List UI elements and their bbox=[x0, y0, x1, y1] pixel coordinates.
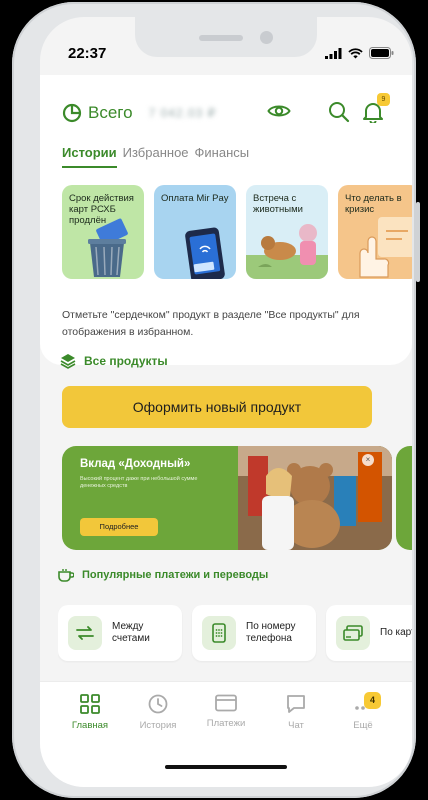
total-label[interactable]: Всего bbox=[88, 103, 133, 123]
quick-action-label: Между счетами bbox=[112, 621, 150, 644]
favorites-hint: Отметьте "сердечком" продукт в разделе "… bbox=[62, 309, 360, 338]
eye-icon[interactable] bbox=[267, 101, 291, 121]
chat-icon bbox=[287, 695, 305, 713]
story-title: Что делать в кризис bbox=[345, 193, 402, 215]
summary-card: Всего 7 042.03 ₽ 9 Истории Избранное Фин… bbox=[40, 75, 412, 369]
popular-label: Популярные платежи и переводы bbox=[82, 569, 269, 581]
new-product-button[interactable]: Оформить новый продукт bbox=[62, 386, 372, 428]
grid-icon bbox=[80, 694, 100, 714]
nav-home[interactable]: Главная bbox=[60, 694, 120, 731]
more-badge: 4 bbox=[364, 692, 381, 709]
speaker bbox=[199, 35, 243, 41]
quick-action-by-phone[interactable]: По номеру телефона bbox=[192, 605, 316, 661]
nav-label: Ещё bbox=[353, 720, 373, 731]
banner-subtitle: Высокий процент даже при небольшой сумме… bbox=[80, 476, 198, 489]
notch bbox=[135, 17, 317, 57]
deposit-banner[interactable]: Вклад «Доходный» Высокий процент даже пр… bbox=[62, 446, 392, 550]
story-title: Срок действия карт РСХБ продлён bbox=[69, 193, 134, 226]
tab-favorites[interactable]: Избранное bbox=[123, 145, 189, 160]
nav-label: Платежи bbox=[206, 718, 246, 729]
banner-details-button[interactable]: Подробнее bbox=[80, 518, 158, 536]
status-time: 22:37 bbox=[68, 45, 107, 62]
popular-payments-header: Популярные платежи и переводы bbox=[58, 568, 268, 582]
quick-action-label: По номеру телефона bbox=[246, 621, 296, 644]
pie-chart-icon[interactable] bbox=[62, 103, 82, 123]
phone-icon bbox=[202, 616, 236, 650]
all-products-label: Все продукты bbox=[84, 354, 168, 368]
clock-icon bbox=[148, 694, 168, 714]
story-card-cards[interactable]: Срок действия карт РСХБ продлён bbox=[62, 185, 144, 279]
next-banner-peek[interactable] bbox=[396, 446, 412, 550]
cup-icon bbox=[58, 569, 74, 582]
home-indicator[interactable] bbox=[165, 765, 287, 769]
quick-action-by-card[interactable]: По карте bbox=[326, 605, 412, 661]
story-title: Оплата Mir Pay bbox=[161, 193, 229, 204]
status-icons bbox=[325, 47, 394, 59]
search-icon[interactable] bbox=[328, 101, 350, 123]
total-balance: 7 042.03 ₽ bbox=[148, 106, 217, 120]
header: Всего 7 042.03 ₽ 9 bbox=[62, 93, 392, 125]
wifi-icon bbox=[348, 47, 363, 58]
battery-icon bbox=[369, 47, 394, 59]
story-card-mirpay[interactable]: Оплата Mir Pay bbox=[154, 185, 236, 279]
card-icon bbox=[215, 694, 237, 712]
front-camera bbox=[260, 31, 273, 44]
nav-chat[interactable]: Чат bbox=[266, 694, 326, 731]
layers-icon bbox=[60, 354, 76, 369]
app-screen: 22:37 Всего 7 042.03 ₽ 9 Истории Избранн… bbox=[40, 17, 412, 787]
nav-label: Чат bbox=[288, 720, 304, 731]
phone-frame: 22:37 Всего 7 042.03 ₽ 9 Истории Избранн… bbox=[12, 2, 420, 798]
banner-title: Вклад «Доходный» bbox=[80, 458, 191, 470]
tab-stories[interactable]: Истории bbox=[62, 145, 117, 168]
story-title: Встреча с животными bbox=[253, 193, 303, 215]
nav-label: Главная bbox=[71, 720, 109, 731]
quick-action-label: По карте bbox=[380, 627, 412, 638]
story-card-crisis[interactable]: Что делать в кризис bbox=[338, 185, 412, 279]
tabs: Истории Избранное Финансы bbox=[62, 145, 250, 168]
nav-payments[interactable]: Платежи bbox=[196, 694, 256, 729]
nav-label: История bbox=[139, 720, 177, 731]
notifications-badge: 9 bbox=[377, 93, 390, 106]
quick-action-between-accounts[interactable]: Между счетами bbox=[58, 605, 182, 661]
nav-history[interactable]: История bbox=[128, 694, 188, 731]
stories-carousel: Срок действия карт РСХБ продлён Оплата M… bbox=[62, 185, 412, 279]
card-icon bbox=[336, 616, 370, 650]
story-card-animals[interactable]: Встреча с животными bbox=[246, 185, 328, 279]
nav-more[interactable]: Ещё bbox=[333, 694, 393, 731]
tab-finance[interactable]: Финансы bbox=[195, 145, 250, 160]
signal-icon bbox=[325, 47, 342, 59]
all-products-link[interactable]: Все продукты bbox=[60, 353, 168, 369]
bottom-navbar: Главная История Платежи Чат Ещё 4 bbox=[40, 681, 412, 787]
transfer-arrows-icon bbox=[68, 616, 102, 650]
side-button bbox=[416, 202, 420, 282]
quick-actions: Между счетами По номеру телефона По кар bbox=[58, 605, 412, 663]
banner-close-icon[interactable]: × bbox=[362, 454, 374, 466]
